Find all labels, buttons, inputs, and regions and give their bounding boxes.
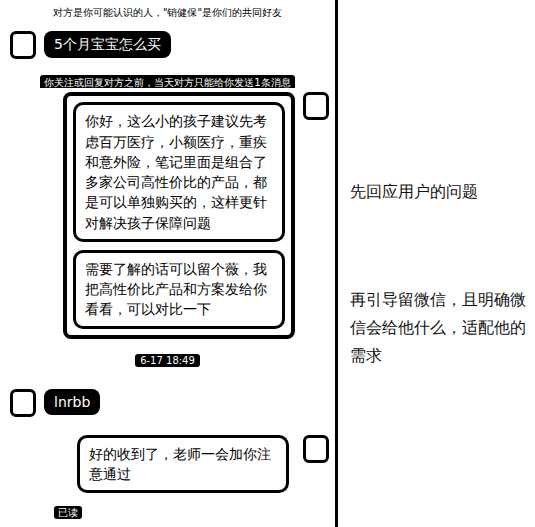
outgoing-messages: 你好，这么小的孩子建议先考虑百万医疗，小额医疗，重疾和意外险，笔记里面是组合了多… — [6, 92, 329, 338]
annotations: 先回应用户的问题再引导留微信，且明确微信会给他什么，适配他的需求 — [338, 0, 535, 527]
annotation: 再引导留微信，且明确微信会给他什么，适配他的需求 — [350, 286, 527, 370]
message-bubble: 好的收到了，老师一会加你注意通过 — [77, 435, 289, 494]
timestamp: 6-17 18:49 — [6, 347, 329, 371]
highlight-box: 好的收到了，老师一会加你注意通过 — [71, 435, 295, 494]
chat-screen: 对方是你可能认识的人，"销健保"是你们的共同好友 5个月宝宝怎么买你关注或回复对方… — [0, 0, 338, 527]
outgoing-messages: 好的收到了，老师一会加你注意通过 — [6, 435, 329, 494]
read-status: 已读 — [6, 499, 329, 523]
notice-text: 你关注或回复对方之前，当天对方只能给你发送1条消息 — [40, 75, 294, 88]
avatar-icon[interactable] — [303, 92, 329, 120]
incoming-message: 5个月宝宝怎么买 — [6, 31, 329, 59]
read-text: 已读 — [54, 506, 82, 519]
notice-text: 对方是你可能认识的人，"销健保"是你们的共同好友 — [53, 7, 282, 17]
avatar-icon[interactable] — [10, 389, 36, 417]
message-bubble: lnrbb — [44, 389, 100, 416]
message-bubble: 5个月宝宝怎么买 — [44, 31, 171, 58]
incoming-message: lnrbb — [6, 389, 329, 417]
system-notice: 对方是你可能认识的人，"销健保"是你们的共同好友 — [6, 6, 329, 17]
time-text: 6-17 18:49 — [135, 354, 200, 367]
system-notice: 你关注或回复对方之前，当天对方只能给你发送1条消息 — [6, 75, 329, 88]
annotation: 先回应用户的问题 — [350, 178, 527, 206]
avatar-icon[interactable] — [303, 435, 329, 463]
message-bubble: 你好，这么小的孩子建议先考虑百万医疗，小额医疗，重疾和意外险，笔记里面是组合了多… — [73, 102, 285, 242]
message-bubble: 需要了解的话可以留个薇，我把高性价比产品和方案发给你看看，可以对比一下 — [73, 250, 285, 329]
avatar-icon[interactable] — [10, 31, 36, 59]
highlight-box: 你好，这么小的孩子建议先考虑百万医疗，小额医疗，重疾和意外险，笔记里面是组合了多… — [63, 92, 295, 338]
